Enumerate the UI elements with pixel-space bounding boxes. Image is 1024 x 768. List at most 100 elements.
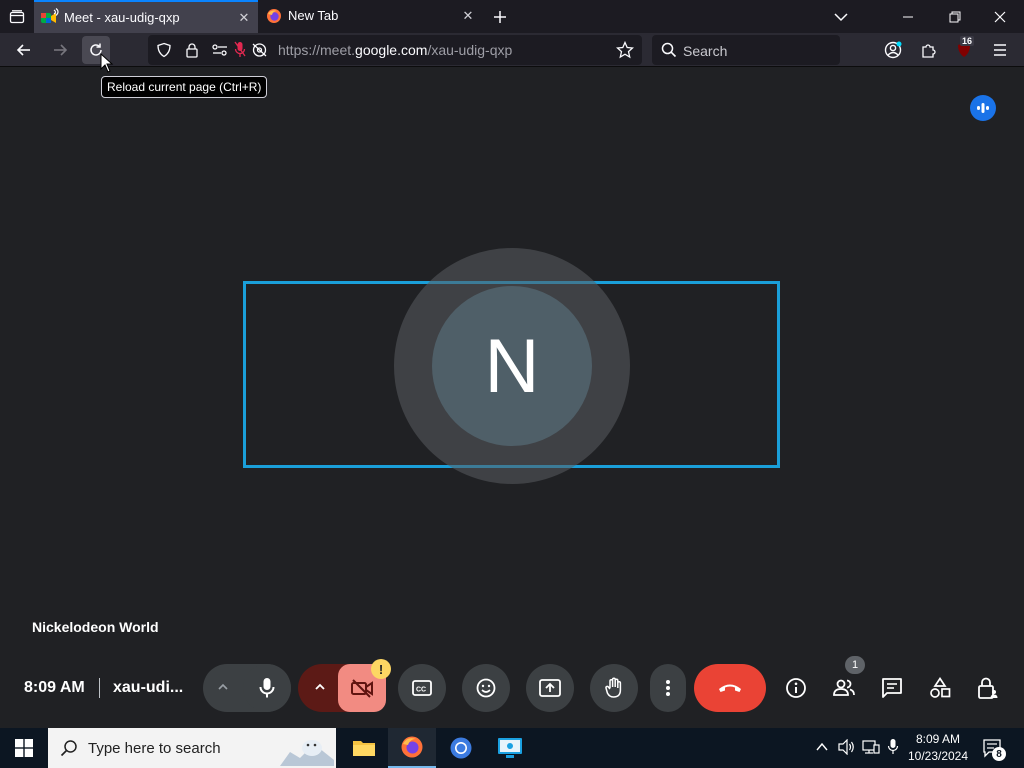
restore-icon — [949, 11, 961, 23]
close-tab-button[interactable]: ✕ — [236, 10, 252, 26]
chat-button[interactable] — [870, 664, 914, 712]
hand-icon — [605, 677, 622, 698]
microphone-button[interactable] — [243, 664, 291, 712]
present-screen-button[interactable] — [526, 664, 574, 712]
host-controls-button[interactable] — [966, 664, 1010, 712]
permissions-icon[interactable] — [211, 42, 229, 58]
tab-title: Meet - xau-udig-qxp — [64, 10, 180, 25]
close-icon: ✕ — [462, 8, 474, 23]
camera-warning-badge: ! — [371, 659, 391, 679]
search-placeholder: Search — [683, 43, 728, 59]
svg-text:CC: CC — [416, 687, 426, 694]
addon-button[interactable]: 16 — [950, 36, 978, 64]
tab-meet[interactable]: Meet - xau-udig-qxp ✕ — [34, 0, 258, 33]
menu-button[interactable] — [986, 36, 1014, 64]
raise-hand-button[interactable] — [590, 664, 638, 712]
meeting-code[interactable]: xau-udi... — [113, 679, 183, 697]
new-tab-button[interactable] — [486, 3, 514, 31]
start-button[interactable] — [0, 728, 48, 768]
taskbar-search-box[interactable]: Type here to search — [48, 728, 336, 768]
file-explorer-taskbar-button[interactable] — [340, 728, 388, 768]
chevron-up-icon — [218, 683, 228, 690]
clock-date: 10/23/2024 — [907, 749, 969, 763]
chevron-up-icon — [315, 683, 325, 690]
list-tabs-button[interactable] — [827, 3, 855, 31]
show-hidden-icons-button[interactable] — [815, 741, 829, 753]
activities-button[interactable] — [918, 664, 962, 712]
more-vertical-icon — [666, 680, 670, 696]
divider — [99, 678, 100, 698]
mouse-cursor-icon — [100, 53, 114, 73]
chevron-up-icon — [816, 742, 828, 751]
minimize-icon — [903, 16, 913, 18]
close-tab-button[interactable]: ✕ — [460, 8, 476, 24]
firefox-view-button[interactable] — [3, 3, 31, 31]
search-bar[interactable]: Search — [652, 35, 840, 65]
audio-level-indicator — [970, 95, 996, 121]
action-center-button[interactable]: 8 — [982, 738, 1006, 761]
tab-new-tab[interactable]: New Tab ✕ — [260, 0, 482, 33]
more-options-button[interactable] — [650, 664, 686, 712]
browser-icon — [450, 737, 472, 759]
search-icon — [60, 739, 78, 757]
chrome-taskbar-button[interactable] — [437, 728, 485, 768]
chat-icon — [882, 678, 902, 698]
volume-icon[interactable] — [838, 739, 856, 755]
minimize-button[interactable] — [894, 3, 922, 31]
info-icon — [786, 678, 806, 698]
close-icon — [994, 11, 1006, 23]
close-window-button[interactable] — [986, 3, 1014, 31]
microphone-blocked-icon[interactable] — [234, 41, 246, 59]
account-icon — [884, 41, 902, 59]
url-text[interactable]: https://meet.google.com/xau-udig-qxp — [278, 42, 512, 58]
avatar: N — [432, 286, 592, 446]
windows-taskbar: Type here to search 8:09 AM 10/23/2024 8 — [0, 728, 1024, 768]
microphone-in-use-icon[interactable] — [887, 738, 899, 756]
reload-tooltip: Reload current page (Ctrl+R) — [101, 76, 268, 98]
shapes-icon — [930, 677, 951, 698]
firefox-icon — [401, 736, 423, 758]
captions-button[interactable]: CC — [398, 664, 446, 712]
folder-icon — [353, 741, 375, 756]
camera-blocked-icon[interactable] — [251, 42, 268, 58]
account-button[interactable] — [879, 36, 907, 64]
extension-badge: 16 — [960, 36, 975, 46]
leave-call-button[interactable] — [694, 664, 766, 712]
taskbar-clock[interactable]: 8:09 AM 10/23/2024 — [904, 731, 972, 765]
remote-desktop-taskbar-button[interactable] — [486, 728, 534, 768]
audio-bars-icon — [977, 103, 989, 113]
puzzle-icon — [922, 44, 936, 58]
camera-off-icon — [351, 679, 373, 698]
firefox-taskbar-button[interactable] — [388, 728, 436, 768]
url-bar[interactable]: https://meet.google.com/xau-udig-qxp — [148, 35, 642, 65]
emoji-reactions-button[interactable] — [462, 664, 510, 712]
video-options-button[interactable] — [314, 681, 326, 693]
meeting-stage: N Nickelodeon World — [0, 68, 1024, 660]
arrow-left-icon — [16, 44, 30, 56]
network-icon[interactable] — [862, 739, 880, 755]
search-icon — [661, 42, 677, 58]
participant-count-badge: 1 — [845, 656, 865, 674]
end-call-icon — [719, 684, 741, 692]
bookmark-star-button[interactable] — [616, 41, 634, 59]
meeting-details-button[interactable] — [774, 664, 818, 712]
audio-options-button[interactable] — [217, 681, 229, 693]
search-highlight-image — [280, 730, 334, 766]
extensions-button[interactable] — [915, 36, 943, 64]
forward-button[interactable] — [46, 36, 74, 64]
restore-button[interactable] — [941, 3, 969, 31]
shield-icon[interactable] — [156, 42, 172, 58]
back-button[interactable] — [10, 36, 38, 64]
emoji-icon — [476, 678, 496, 698]
arrow-right-icon — [54, 44, 68, 56]
meeting-controls-bar: 8:09 AM xau-udi... CC — [0, 660, 1024, 728]
avatar-letter: N — [484, 323, 540, 409]
lock-icon[interactable] — [184, 42, 200, 58]
microphone-control-group — [203, 664, 291, 712]
people-icon — [833, 679, 855, 696]
participant-name: Nickelodeon World — [32, 619, 159, 635]
notification-count-badge: 8 — [992, 747, 1006, 761]
tab-title: New Tab — [288, 8, 339, 23]
navigation-toolbar: https://meet.google.com/xau-udig-qxp Sea… — [0, 33, 1024, 67]
hamburger-icon — [994, 44, 1006, 56]
